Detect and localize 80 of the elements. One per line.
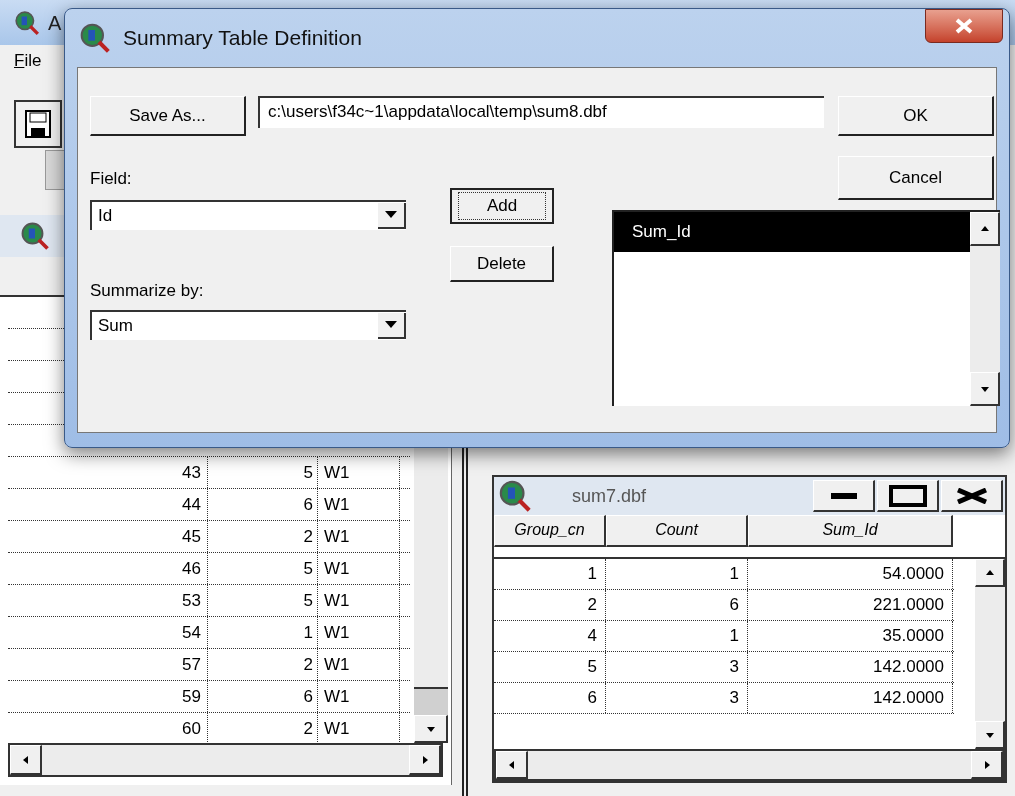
maximize-button[interactable] xyxy=(877,480,939,512)
minimize-button[interactable] xyxy=(813,480,875,512)
table-cell: 4 xyxy=(494,621,606,651)
save-icon xyxy=(25,110,51,138)
table-cell: 57 xyxy=(8,649,208,680)
table-cell: 3 xyxy=(606,652,748,682)
menu-item[interactable]: File xyxy=(14,48,42,74)
maximize-icon xyxy=(888,484,927,507)
table-cell: W1 xyxy=(318,457,400,488)
window-title: A xyxy=(48,10,62,36)
field-label: Field: xyxy=(90,168,132,190)
field-dropdown[interactable]: Id xyxy=(90,200,406,230)
close-icon xyxy=(955,487,988,504)
table-cell: 6 xyxy=(208,681,318,712)
scroll-down-button[interactable] xyxy=(414,715,448,743)
table-cell: 6 xyxy=(208,489,318,520)
table-cell: 2 xyxy=(494,590,606,620)
table-cell: W1 xyxy=(318,617,400,648)
table-cell: W1 xyxy=(318,681,400,712)
scroll-down-button[interactable] xyxy=(975,721,1005,749)
table-cell: 5 xyxy=(208,457,318,488)
close-icon xyxy=(954,18,974,34)
scroll-down-button[interactable] xyxy=(970,372,1000,406)
scroll-up-button[interactable] xyxy=(970,212,1000,246)
table-cell: 142.0000 xyxy=(748,652,953,682)
table-cell: 5 xyxy=(208,553,318,584)
table-cell: 44 xyxy=(8,489,208,520)
table-cell: W1 xyxy=(318,585,400,616)
table-cell: 46 xyxy=(8,553,208,584)
table-cell: 142.0000 xyxy=(748,683,953,713)
table-cell: W1 xyxy=(318,521,400,552)
scroll-left-button[interactable] xyxy=(10,745,42,775)
table-cell: 59 xyxy=(8,681,208,712)
table-cell: 45 xyxy=(8,521,208,552)
table-cell: 1 xyxy=(606,621,748,651)
table-cell: 3 xyxy=(606,683,748,713)
column-header[interactable]: Group_cn xyxy=(494,515,606,547)
window-icon xyxy=(20,221,50,251)
column-header[interactable]: Count xyxy=(606,515,748,547)
app-icon xyxy=(14,9,40,36)
path-field[interactable]: c:\users\f34c~1\appdata\local\temp\sum8.dbf xyxy=(258,96,824,128)
table-cell: 54 xyxy=(8,617,208,648)
table-cell: W1 xyxy=(318,649,400,680)
table-cell: 53 xyxy=(8,585,208,616)
table-cell: 54.0000 xyxy=(748,559,953,589)
dialog-title: Summary Table Definition xyxy=(123,25,362,52)
table-cell: 1 xyxy=(606,559,748,589)
close-button[interactable] xyxy=(925,9,1003,43)
table-cell: 1 xyxy=(208,617,318,648)
table-cell: 43 xyxy=(8,457,208,488)
scroll-thumb[interactable] xyxy=(414,687,448,715)
delete-button[interactable]: Delete xyxy=(450,246,554,282)
window-title: sum7.dbf xyxy=(572,484,647,508)
table-cell: 5 xyxy=(208,585,318,616)
ok-button[interactable]: OK xyxy=(838,96,994,136)
column-header[interactable]: Sum_Id xyxy=(748,515,953,547)
table-cell: 1 xyxy=(494,559,606,589)
add-button[interactable]: Add xyxy=(450,188,554,224)
dialog-icon xyxy=(79,22,111,54)
summarize-label: Summarize by: xyxy=(90,280,204,302)
save-as-button[interactable]: Save As... xyxy=(90,96,246,136)
table-cell: W1 xyxy=(318,553,400,584)
scroll-right-button[interactable] xyxy=(971,751,1003,779)
table-cell: 6 xyxy=(606,590,748,620)
table-cell: 221.0000 xyxy=(748,590,953,620)
scroll-left-button[interactable] xyxy=(496,751,528,779)
minimize-icon xyxy=(830,492,857,499)
table-cell: 2 xyxy=(208,649,318,680)
table-cell: 2 xyxy=(208,521,318,552)
list-item[interactable]: Sum_Id xyxy=(614,212,970,252)
table-cell: 5 xyxy=(494,652,606,682)
scroll-right-button[interactable] xyxy=(409,745,441,775)
save-button[interactable] xyxy=(14,100,62,148)
table-cell: 35.0000 xyxy=(748,621,953,651)
table-cell: 6 xyxy=(494,683,606,713)
window-icon xyxy=(498,479,532,513)
summarize-dropdown[interactable]: Sum xyxy=(90,310,406,340)
cancel-button[interactable]: Cancel xyxy=(838,156,994,200)
table-cell: W1 xyxy=(318,489,400,520)
scroll-up-button[interactable] xyxy=(975,559,1005,587)
